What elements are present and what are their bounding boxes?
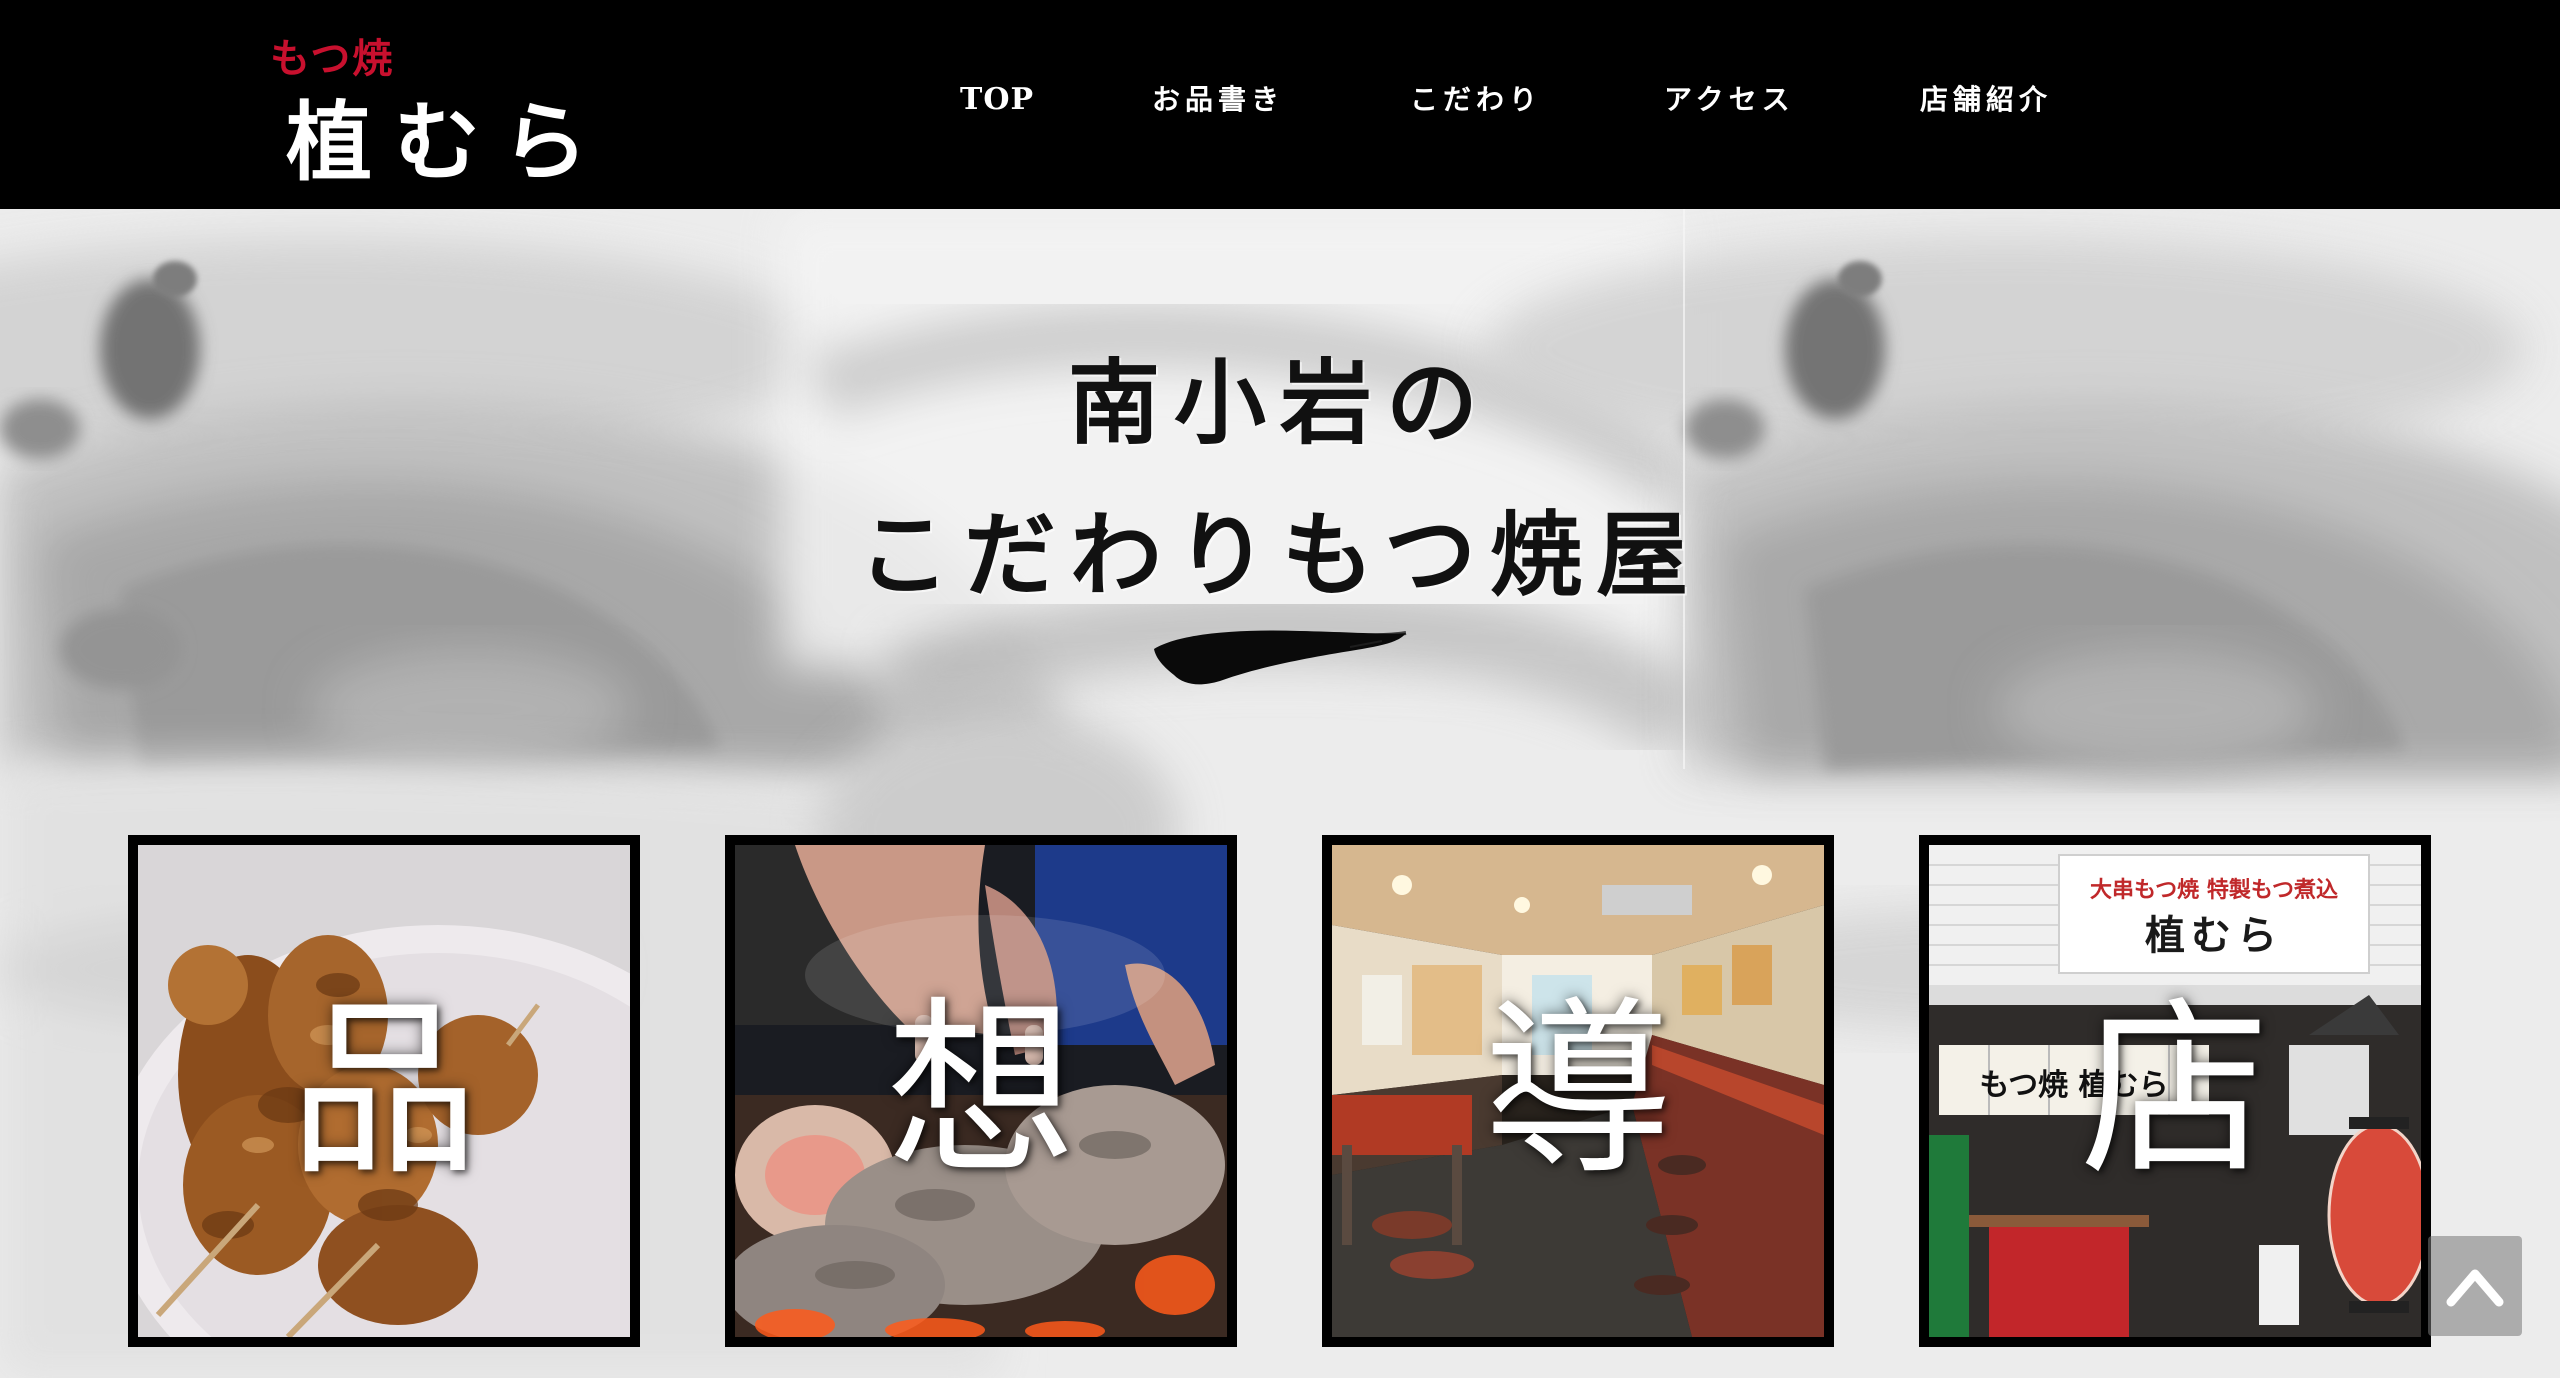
nav-item-access[interactable]: アクセス (1664, 78, 1795, 122)
card-kanji: 想 (885, 980, 1076, 1201)
feature-card-menu[interactable]: 品 (128, 835, 640, 1347)
card-kanji: 品 (288, 980, 479, 1201)
nav-item-kodawari[interactable]: こだわり (1410, 78, 1542, 122)
chevron-up-icon (2446, 1269, 2504, 1307)
card-photo: 品 (138, 845, 630, 1337)
nav-item-top[interactable]: TOP (960, 78, 1034, 122)
card-photo: 大串もつ焼 特製もつ煮込 植むら もつ焼 植むら 店 (1929, 845, 2421, 1337)
brush-stroke-icon (1154, 630, 1407, 685)
scroll-to-top-button[interactable] (2428, 1236, 2522, 1336)
hero-heading-line1: 南小岩の (1067, 349, 1492, 457)
nav-item-menu[interactable]: お品書き (1152, 78, 1284, 122)
site-header: もつ焼 植むら TOP お品書き こだわり アクセス 店舗紹介 (0, 0, 2560, 209)
feature-card-kodawari[interactable]: 想 (725, 835, 1237, 1347)
feature-card-access[interactable]: 導 (1322, 835, 1834, 1347)
card-kanji: 導 (1482, 980, 1673, 1201)
card-kanji: 店 (2079, 980, 2270, 1201)
hero-section: 南小岩の こだわりもつ焼屋 品 想 導 大串もつ焼 特製もつ煮込 植むら もつ焼… (0, 209, 2560, 1378)
feature-card-shop[interactable]: 大串もつ焼 特製もつ煮込 植むら もつ焼 植むら 店 (1919, 835, 2431, 1347)
main-nav: TOP お品書き こだわり アクセス 店舗紹介 (0, 78, 2560, 122)
card-photo: 想 (735, 845, 1227, 1337)
card-photo: 導 (1332, 845, 1824, 1337)
nav-item-shop-info[interactable]: 店舗紹介 (1920, 78, 2052, 122)
hero-heading-line2: こだわりもつ焼屋 (857, 501, 1703, 609)
